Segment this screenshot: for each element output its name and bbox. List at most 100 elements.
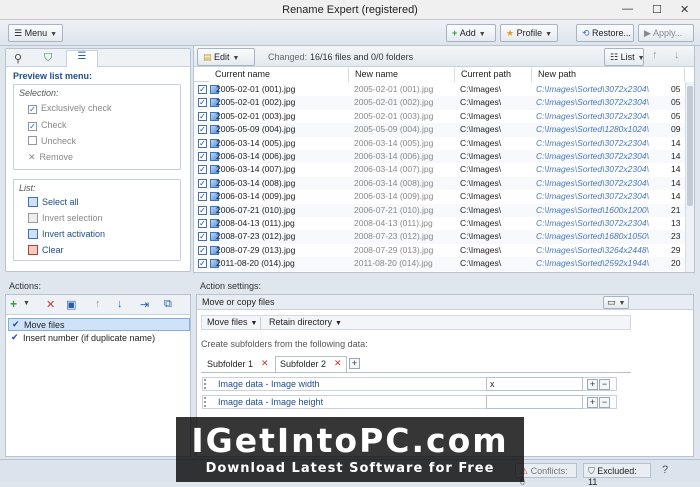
row-checkbox[interactable]: ✓ — [198, 192, 207, 202]
row-checkbox[interactable]: ✓ — [198, 259, 207, 269]
field-name[interactable]: Image data - Image height — [218, 397, 323, 407]
chevron-down-icon: ▼ — [335, 320, 342, 327]
field-name[interactable]: Image data - Image width — [218, 379, 320, 389]
table-row[interactable]: ✓ 2005-02-01 (003).jpg 2005-02-01 (003).jp… — [194, 110, 685, 123]
table-row[interactable]: ✓ 2006-03-14 (008).jpg 2006-03-14 (008).jp… — [194, 176, 685, 191]
tab-subfolder-2[interactable]: Subfolder 2 ✕ — [275, 356, 347, 372]
drag-handle-icon[interactable] — [204, 379, 210, 389]
table-row[interactable]: ✓ 2008-04-13 (011).jpg 2008-04-13 (011).jp… — [194, 217, 685, 230]
column-current-path[interactable]: Current path — [455, 67, 532, 82]
add-tab-icon[interactable]: + — [349, 358, 360, 369]
retain-directory-select[interactable]: Retain directory ▼ — [266, 317, 345, 329]
view-list-button[interactable]: ☷ List ▼ — [604, 48, 645, 66]
table-row[interactable]: ✓ 2006-03-14 (005).jpg 2006-03-14 (005).jp… — [194, 137, 685, 150]
current-path-cell: C:\Images\ — [460, 164, 502, 175]
column-new-name[interactable]: New name — [349, 67, 455, 82]
close-tab-icon[interactable]: ✕ — [334, 358, 342, 369]
drag-handle-icon[interactable] — [204, 397, 210, 407]
tab-subfolder-1[interactable]: Subfolder 1 ✕ — [205, 357, 275, 371]
add-field-icon[interactable]: + — [587, 379, 598, 390]
maximize-icon[interactable]: ☐ — [652, 3, 662, 16]
row-checkbox[interactable]: ✓ — [198, 165, 207, 175]
row-checkbox[interactable]: ✓ — [198, 219, 207, 228]
height-separator-input[interactable] — [486, 395, 583, 409]
action-item-insert-number[interactable]: ✔ Insert number (if duplicate name) — [8, 332, 190, 345]
add-action-icon[interactable]: + — [10, 297, 17, 311]
conflicts-badge[interactable]: ⚠ Conflicts: 0 — [515, 463, 577, 487]
remove-item[interactable]: ✕ Remove — [28, 152, 73, 163]
hamburger-icon: ☰ — [14, 28, 25, 38]
table-row[interactable]: ✓ 2011-08-20 (014).jpg 2011-08-20 (014).jp… — [194, 257, 685, 271]
action-item-move-files[interactable]: ✔ Move files — [8, 318, 190, 331]
scrollbar-thumb[interactable] — [687, 86, 693, 206]
remove-field-icon[interactable]: − — [599, 397, 610, 408]
menu-button[interactable]: ☰ Menu ▼ — [8, 24, 63, 42]
select-all-item[interactable]: Select all — [28, 197, 79, 207]
row-checkbox[interactable]: ✓ — [198, 152, 207, 161]
profile-button[interactable]: ★ Profile ▼ — [500, 24, 558, 42]
row-checkbox[interactable]: ✓ — [198, 125, 207, 135]
current-path-cell: C:\Images\ — [460, 124, 502, 135]
remove-field-icon[interactable]: − — [599, 379, 610, 390]
move-down-action-icon[interactable]: ↓ — [117, 298, 123, 310]
chevron-down-icon[interactable]: ▼ — [23, 300, 30, 307]
export-action-icon[interactable]: ⇥ — [140, 298, 149, 311]
edit-button[interactable]: ▤ Edit ▼ — [197, 48, 255, 66]
new-name-cell: 2005-02-01 (001).jpg — [354, 84, 434, 94]
row-checkbox[interactable]: ✓ — [198, 85, 207, 94]
invert-activation-item[interactable]: Invert activation — [28, 229, 105, 239]
apply-button[interactable]: ▶ Apply... — [638, 24, 694, 42]
minimize-icon[interactable]: — — [622, 3, 633, 15]
width-separator-input[interactable]: x — [486, 377, 583, 391]
current-name-cell: 2006-03-14 (008).jpg — [216, 177, 296, 188]
filter-icon[interactable]: ⛉ — [44, 52, 52, 65]
invert-selection-item[interactable]: Invert selection — [28, 213, 103, 223]
search-icon[interactable]: ⚲ — [14, 52, 22, 65]
list-menu-tab-icon[interactable]: ☰ — [66, 50, 98, 67]
close-icon[interactable]: ✕ — [680, 3, 689, 16]
close-tab-icon[interactable]: ✕ — [261, 358, 269, 369]
row-checkbox[interactable]: ✓ — [198, 245, 207, 255]
panel-layout-button[interactable]: ▭ ▼ — [603, 296, 629, 309]
move-up-icon[interactable]: ↑ — [652, 49, 658, 61]
check-item[interactable]: ✓ Check — [28, 120, 67, 131]
add-field-icon[interactable]: + — [587, 397, 598, 408]
watermark-title: IGetIntoPC.com — [191, 421, 509, 460]
clear-item[interactable]: Clear — [28, 245, 64, 255]
help-icon[interactable]: ? — [662, 464, 668, 476]
add-button[interactable]: + Add ▼ — [446, 24, 496, 42]
table-row[interactable]: ✓ 2006-03-14 (009).jpg 2006-03-14 (009).jp… — [194, 190, 685, 203]
column-new-path[interactable]: New path — [532, 67, 685, 82]
file-grid: Current name New name Current path New p… — [194, 67, 685, 273]
exclusively-check-item[interactable]: ✓ Exclusively check — [28, 103, 112, 114]
table-row[interactable]: ✓ 2008-07-23 (012).jpg 2008-07-23 (012).jp… — [194, 230, 685, 244]
delete-action-icon[interactable]: ✕ — [46, 298, 55, 311]
table-row[interactable]: ✓ 2006-07-21 (010).jpg 2006-07-21 (010).jp… — [194, 203, 685, 217]
duplicate-action-icon[interactable]: ▣ — [66, 298, 76, 311]
actions-heading: Actions: — [9, 281, 42, 291]
new-path-cell: C:\Images\Sorted\3072x2304\ — [536, 137, 649, 148]
restore-button[interactable]: ⟲ Restore... — [576, 24, 634, 42]
table-row[interactable]: ✓ 2005-02-01 (001).jpg 2005-02-01 (001).jp… — [194, 83, 685, 96]
new-path-cell: C:\Images\Sorted\1280x1024\ — [536, 124, 649, 135]
import-action-icon[interactable]: ⧉ — [164, 298, 172, 311]
row-checkbox[interactable]: ✓ — [198, 232, 207, 242]
move-down-icon[interactable]: ↓ — [674, 49, 680, 61]
row-checkbox[interactable]: ✓ — [198, 138, 207, 148]
row-checkbox[interactable]: ✓ — [198, 111, 207, 121]
excluded-badge[interactable]: ⛉ Excluded: 11 — [583, 463, 651, 487]
row-checkbox[interactable]: ✓ — [198, 205, 207, 215]
move-up-action-icon[interactable]: ↑ — [95, 298, 101, 310]
row-checkbox[interactable]: ✓ — [198, 178, 207, 188]
grid-scrollbar[interactable] — [685, 82, 694, 272]
new-path-cell: C:\Images\Sorted\3072x2304\ — [536, 218, 649, 228]
row-checkbox[interactable]: ✓ — [198, 98, 207, 108]
table-row[interactable]: ✓ 2008-07-29 (013).jpg 2008-07-29 (013).jp… — [194, 244, 685, 257]
table-row[interactable]: ✓ 2006-03-14 (007).jpg 2006-03-14 (007).jp… — [194, 163, 685, 176]
move-files-select[interactable]: Move files ▼ — [204, 317, 262, 329]
table-row[interactable]: ✓ 2006-03-14 (006).jpg 2006-03-14 (006).jp… — [194, 150, 685, 164]
table-row[interactable]: ✓ 2005-05-09 (004).jpg 2005-05-09 (004).jp… — [194, 123, 685, 137]
table-row[interactable]: ✓ 2005-02-01 (002).jpg 2005-02-01 (002).jp… — [194, 96, 685, 110]
uncheck-item[interactable]: Uncheck — [28, 136, 76, 146]
column-current-name[interactable]: Current name — [209, 67, 349, 82]
